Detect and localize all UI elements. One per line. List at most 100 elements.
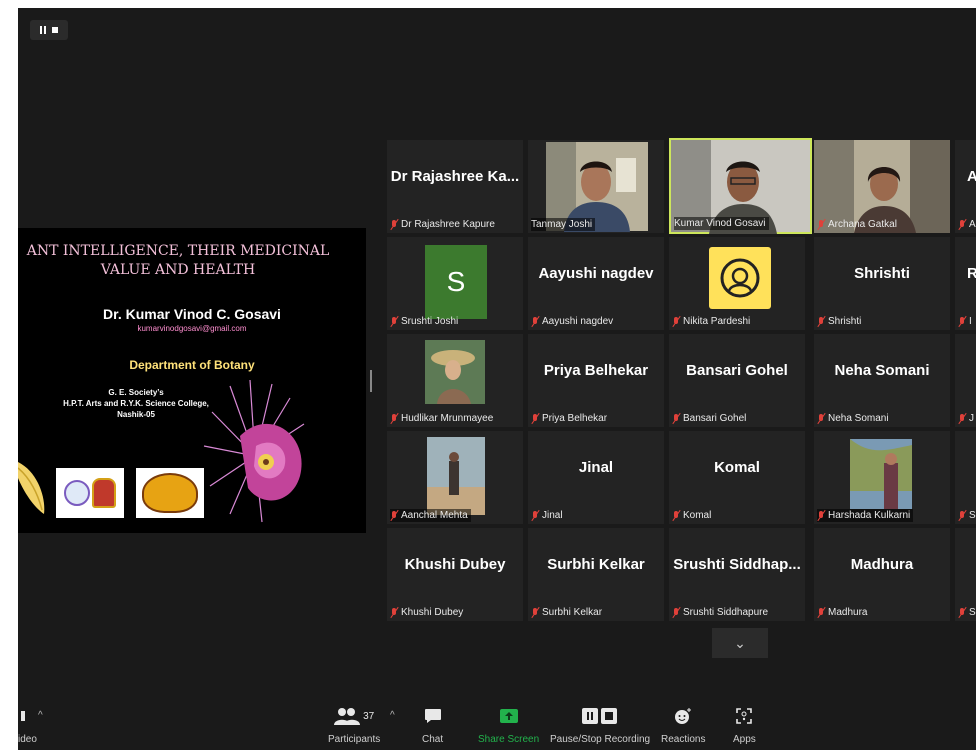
apps-label: Apps (733, 734, 756, 745)
slide-department: Department of Botany (129, 358, 255, 372)
participant-name-label: A (958, 218, 976, 231)
participant-label-text: Shrishti (828, 316, 862, 327)
chat-button[interactable]: Chat (422, 704, 443, 745)
university-logo (136, 468, 204, 518)
chat-label: Chat (422, 734, 444, 745)
video-button[interactable]: ideo (18, 704, 37, 745)
college-seal-logo (64, 480, 90, 506)
reactions-button[interactable]: Reactions (661, 704, 705, 745)
participant-name-label: S (958, 606, 976, 619)
participant-tile[interactable]: Harshada Kulkarni (814, 431, 950, 524)
participant-tile[interactable]: Shrishti Shrishti (814, 237, 950, 330)
participant-tile[interactable]: Madhura Madhura (814, 528, 950, 621)
participant-tile[interactable]: Bansari Gohel Bansari Gohel (669, 334, 805, 427)
share-screen-icon (499, 704, 519, 728)
apps-button[interactable]: Apps (733, 704, 756, 745)
pause-stop-recording-button[interactable]: Pause/Stop Recording (550, 704, 650, 745)
mic-muted-icon (672, 510, 681, 521)
participant-tile[interactable]: Jinal Jinal (528, 431, 664, 524)
slide-title-line1: ANT INTELLIGENCE, THEIR MEDICINAL (26, 243, 330, 259)
participant-tile[interactable]: Hudlikar Mrunmayee (387, 334, 523, 427)
leaf-graphic (18, 462, 45, 514)
participant-tile[interactable]: Dr Rajashree Ka... Dr Rajashree Kapure (387, 140, 523, 233)
mic-muted-icon (958, 219, 967, 230)
participant-tile-partial[interactable]: R I (955, 237, 976, 330)
participant-name-label: Hudlikar Mrunmayee (390, 412, 493, 425)
meeting-toolbar: ideo ^ 37 Participants ^ Chat Share Scre… (18, 700, 976, 750)
participant-label-text: Neha Somani (828, 413, 889, 424)
participant-label-text: Hudlikar Mrunmayee (401, 413, 494, 424)
participant-name-label: Nikita Pardeshi (672, 315, 750, 328)
video-icon (21, 704, 33, 728)
apps-icon (735, 704, 753, 728)
mic-muted-icon (531, 413, 540, 424)
participant-tile[interactable]: Priya Belhekar Priya Belhekar (528, 334, 664, 427)
caret-up-icon[interactable]: ^ (38, 710, 43, 721)
caret-up-icon[interactable]: ^ (390, 710, 395, 721)
mic-muted-icon (390, 219, 399, 230)
participant-name-label: Khushi Dubey (390, 606, 463, 619)
slide-presenter-name: Dr. Kumar Vinod C. Gosavi (103, 306, 281, 322)
chevron-down-icon: ⌄ (734, 634, 746, 651)
participant-tile-partial[interactable]: A A (955, 140, 976, 233)
participant-tile[interactable]: Archana Gatkal (814, 140, 950, 233)
participant-tile[interactable]: Surbhi Kelkar Surbhi Kelkar (528, 528, 664, 621)
share-screen-button[interactable]: Share Screen (478, 704, 539, 745)
participant-name-label: Neha Somani (817, 412, 889, 425)
participant-tile[interactable]: Aanchal Mehta (387, 431, 523, 524)
participant-tile[interactable]: Srushti Siddhap... Srushti Siddhapure (669, 528, 805, 621)
participant-avatar: S (425, 245, 487, 319)
participant-label-text: Komal (683, 510, 712, 521)
participant-tile[interactable]: Aayushi nagdev Aayushi nagdev (528, 237, 664, 330)
gallery-next-page-button[interactable]: ⌄ (712, 628, 768, 658)
participant-name-label: Tanmay Joshi (531, 218, 596, 231)
participant-tile[interactable]: Neha Somani Neha Somani (814, 334, 950, 427)
participant-name-label: Aayushi nagdev (531, 315, 613, 328)
participants-button[interactable]: 37 Participants (328, 704, 380, 745)
active-speaker-tile[interactable]: Kumar Vinod Gosavi (669, 138, 812, 234)
recording-controls[interactable] (30, 20, 68, 40)
share-screen-label: Share Screen (478, 734, 540, 745)
participant-tile-partial[interactable]: S (955, 528, 976, 621)
participant-tile[interactable]: Nikita Pardeshi (669, 237, 805, 330)
mic-muted-icon (672, 316, 681, 327)
participant-label-text: S (969, 607, 976, 618)
participant-display-name: R (967, 265, 976, 282)
mic-muted-icon (531, 510, 540, 521)
participant-tile-partial[interactable]: J (955, 334, 976, 427)
participant-display-name: Khushi Dubey (404, 556, 506, 573)
participant-name-label: Surbhi Kelkar (531, 606, 602, 619)
participant-display-name: Dr Rajashree Ka... (390, 168, 520, 185)
stop-icon[interactable] (52, 27, 58, 33)
mic-muted-icon (817, 510, 826, 521)
participants-count: 37 (363, 710, 375, 722)
participant-name-label: Dr Rajashree Kapure (390, 218, 495, 231)
participant-tile[interactable]: Khushi Dubey Khushi Dubey (387, 528, 523, 621)
participant-name-label: J (958, 412, 974, 425)
participant-tile[interactable]: Tanmay Joshi (528, 140, 664, 233)
pause-stop-recording-label: Pause/Stop Recording (550, 734, 651, 745)
reactions-label: Reactions (661, 734, 706, 745)
slide-title-line2: VALUE AND HEALTH (100, 262, 256, 278)
slide-title: ANT INTELLIGENCE, THEIR MEDICINAL VALUE … (18, 242, 366, 280)
mic-muted-icon (390, 510, 399, 521)
participant-tile[interactable]: Komal Komal (669, 431, 805, 524)
slide-presenter-email: kumarvinodgosavi@gmail.com (137, 324, 247, 333)
participant-display-name: Priya Belhekar (543, 362, 649, 379)
pause-icon[interactable] (40, 26, 46, 34)
participant-label-text: Kumar Vinod Gosavi (674, 218, 766, 229)
participant-label-text: Srushti Siddhapure (683, 607, 769, 618)
participant-tile-partial[interactable]: S (955, 431, 976, 524)
mic-muted-icon (672, 607, 681, 618)
participant-label-text: Khushi Dubey (401, 607, 464, 618)
head-profile-icon (720, 258, 760, 298)
mic-muted-icon (817, 316, 826, 327)
participant-tile[interactable]: S Srushti Joshi (387, 237, 523, 330)
split-view-handle[interactable] (370, 370, 372, 392)
chat-icon (424, 704, 442, 728)
participant-name-label: Srushti Siddhapure (672, 606, 768, 619)
society-founder-logo (92, 478, 116, 508)
participant-name-label: Kumar Vinod Gosavi (674, 217, 769, 230)
participant-avatar (709, 247, 771, 309)
participant-display-name: Srushti Siddhap... (673, 556, 801, 573)
